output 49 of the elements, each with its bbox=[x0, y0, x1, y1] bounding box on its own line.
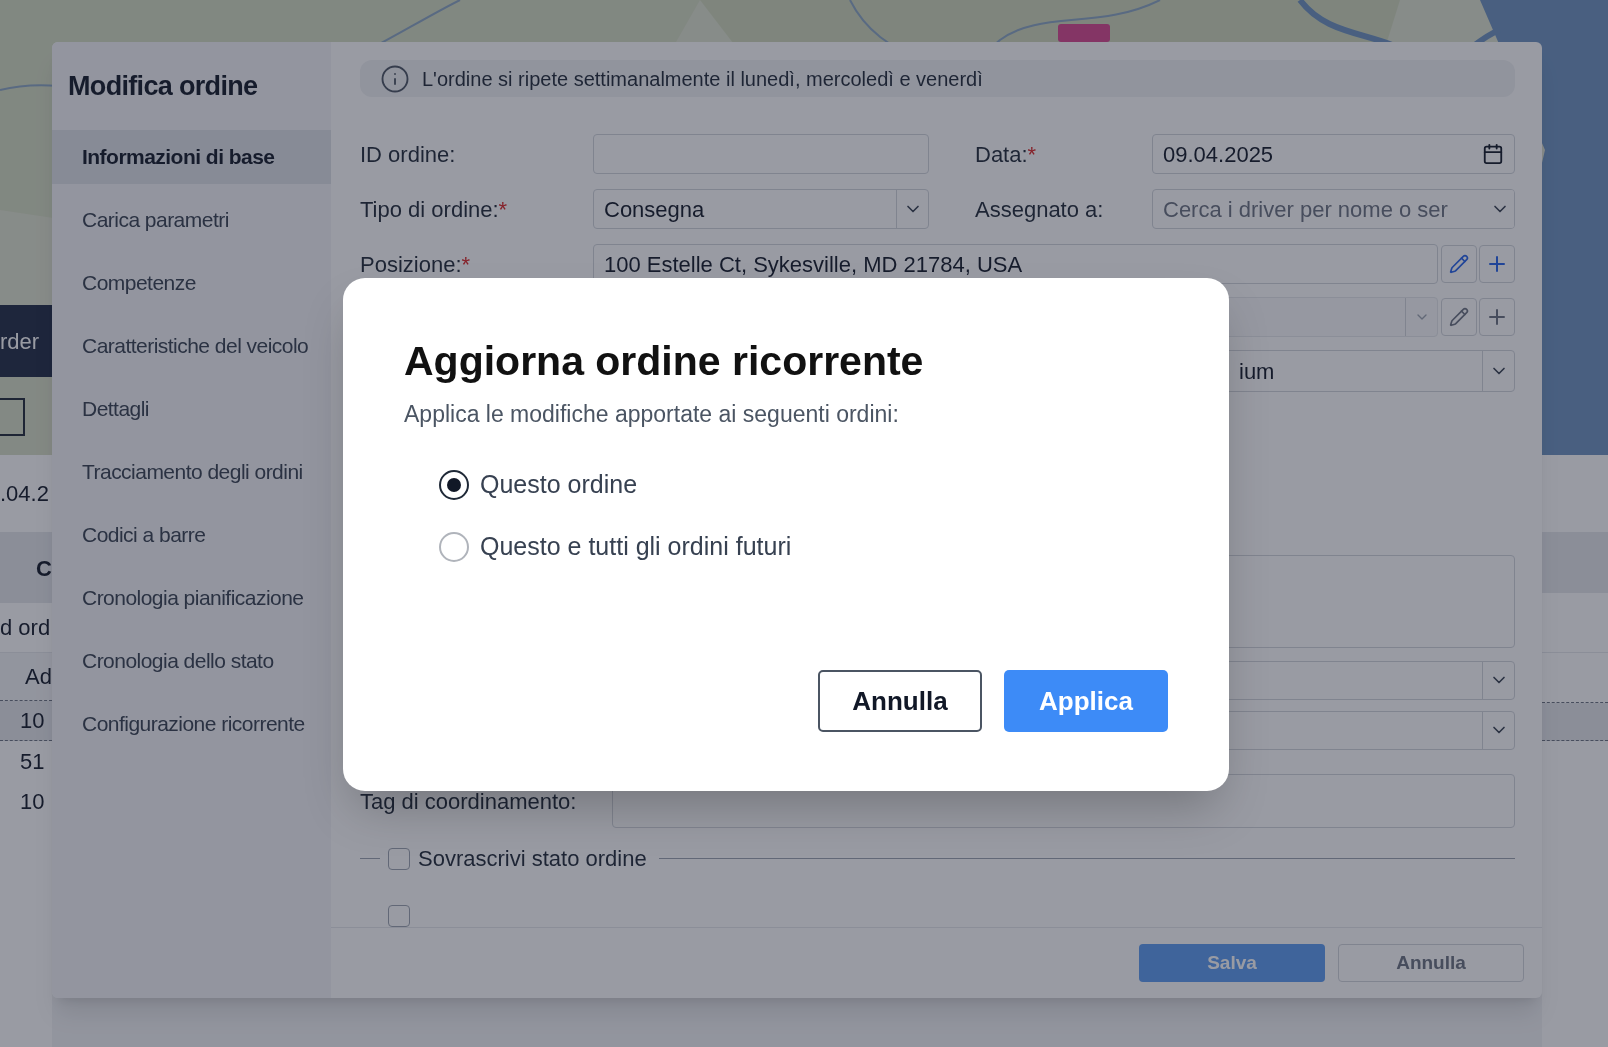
checkbox[interactable] bbox=[388, 847, 410, 870]
nav-item[interactable]: Codici a barre bbox=[52, 508, 331, 562]
tab-label[interactable]: d ord bbox=[0, 611, 51, 644]
radio-option[interactable]: Questo e tutti gli ordini futuri bbox=[439, 528, 792, 566]
apply-button[interactable]: Applica bbox=[1004, 670, 1168, 732]
checkbox-label: Sovrascrivi stato ordine bbox=[418, 845, 647, 873]
nav-item[interactable]: Tracciamento degli ordini bbox=[52, 445, 331, 499]
column-heading: C bbox=[36, 554, 52, 583]
dialog-title: Aggiorna ordine ricorrente bbox=[404, 337, 925, 386]
radio-button[interactable] bbox=[439, 532, 469, 562]
field-label: ID ordine: bbox=[360, 141, 456, 167]
add-button[interactable] bbox=[1479, 298, 1515, 337]
edit-button[interactable] bbox=[1441, 245, 1477, 284]
date-field[interactable]: 09.04.2025 bbox=[1152, 134, 1515, 175]
checkbox[interactable] bbox=[388, 905, 410, 927]
nav-item[interactable]: Configurazione ricorrente bbox=[52, 697, 331, 751]
calendar-icon[interactable] bbox=[1482, 143, 1504, 166]
cancel-button[interactable]: Annulla bbox=[1338, 944, 1524, 982]
table-header: Ad bbox=[25, 663, 52, 691]
table-cell-text: 10 bbox=[20, 787, 45, 816]
edit-button[interactable] bbox=[1441, 298, 1477, 337]
field-label: Assegnato a: bbox=[975, 196, 1104, 222]
radio-option[interactable]: Questo ordine bbox=[439, 465, 638, 504]
cancel-button[interactable]: Annulla bbox=[818, 670, 982, 732]
driver-select[interactable]: Cerca i driver per nome o ser bbox=[1152, 189, 1515, 230]
map-square bbox=[0, 398, 25, 436]
nav-item[interactable]: Carica parametri bbox=[52, 193, 331, 247]
table-cell-text: 10 bbox=[20, 707, 45, 735]
add-button[interactable] bbox=[1479, 245, 1515, 284]
date-text: .04.2 bbox=[0, 480, 49, 508]
field-label: Data:* bbox=[975, 141, 1037, 167]
field-label: Tag di coordinamento: bbox=[360, 788, 577, 814]
field-label: Tipo di ordine:* bbox=[360, 196, 508, 222]
nav-item[interactable]: Cronologia dello stato bbox=[52, 634, 331, 688]
nav-item[interactable]: Dettagli bbox=[52, 382, 331, 436]
banner-text: L'ordine si ripete settimanalmente il lunedì, mercoledì e venerdì bbox=[422, 66, 983, 92]
pencil-icon bbox=[1449, 307, 1469, 328]
nav-item[interactable]: Cronologia pianificazione bbox=[52, 571, 331, 625]
order-type-select[interactable]: Consegna bbox=[593, 189, 929, 230]
table-cell-text: 51 bbox=[20, 747, 45, 776]
table-row bbox=[1542, 703, 1608, 741]
dialog-subtitle: Applica le modifiche apportate ai seguenti ordini: bbox=[404, 400, 900, 430]
nav-item[interactable]: Informazioni di base bbox=[52, 130, 331, 184]
pencil-icon bbox=[1449, 254, 1469, 275]
order-id-field[interactable] bbox=[593, 134, 929, 175]
modal-title: Modifica ordine bbox=[68, 69, 258, 103]
info-icon bbox=[380, 63, 410, 94]
field-label: Posizione:* bbox=[360, 251, 471, 277]
radio-button[interactable] bbox=[439, 469, 469, 500]
